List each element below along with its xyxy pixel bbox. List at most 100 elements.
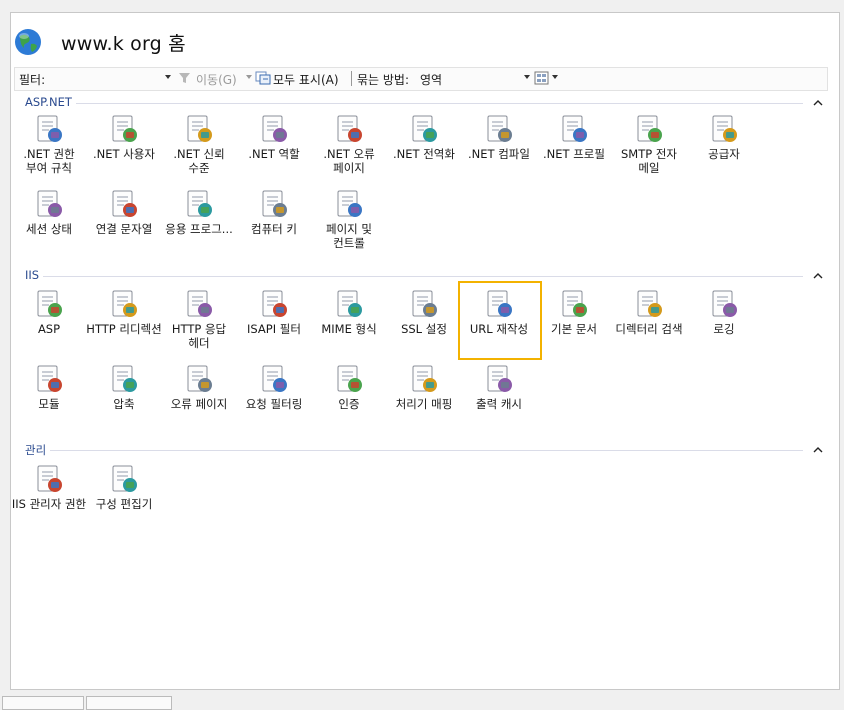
- feature-item[interactable]: 응용 프로그...: [161, 188, 237, 237]
- feature-item[interactable]: 기본 문서: [536, 288, 612, 337]
- modules-icon: [33, 363, 65, 395]
- section-divider: [25, 276, 803, 277]
- connection-string-icon: [108, 188, 140, 220]
- filter-toolbar: 필터: 이동(G) 모두 표시(A) 묶는 방법: 영역: [14, 67, 828, 91]
- feature-item[interactable]: 인증: [311, 363, 387, 412]
- feature-item[interactable]: 처리기 매핑: [386, 363, 462, 412]
- feature-item[interactable]: 압축: [86, 363, 162, 412]
- feature-item[interactable]: 로깅: [686, 288, 762, 337]
- feature-label: .NET 오류 페이지: [323, 147, 375, 175]
- collapse-chevron-icon[interactable]: [811, 443, 825, 457]
- section-divider: [25, 450, 803, 451]
- feature-label: .NET 신뢰 수준: [173, 147, 225, 175]
- error-pages-icon: [183, 363, 215, 395]
- group-by-label: 묶는 방법:: [357, 73, 410, 87]
- compression-vise-icon: [108, 363, 140, 395]
- handler-mappings-icon: [408, 363, 440, 395]
- feature-item[interactable]: .NET 사용자: [86, 113, 162, 162]
- app-settings-icon: [183, 188, 215, 220]
- go-button[interactable]: 이동(G): [196, 71, 237, 88]
- feature-item[interactable]: 연결 문자열: [86, 188, 162, 237]
- feature-item[interactable]: MIME 형식: [311, 288, 387, 337]
- group-by-select[interactable]: 영역: [420, 71, 526, 88]
- mime-types-icon: [333, 288, 365, 320]
- feature-label: IIS 관리자 권한: [11, 497, 87, 511]
- error-404-icon: [333, 113, 365, 145]
- feature-item[interactable]: 모듈: [11, 363, 87, 412]
- provider-db-icon: [708, 113, 740, 145]
- smtp-mail-icon: [633, 113, 665, 145]
- globe-stand-icon: [408, 113, 440, 145]
- feature-label: 처리기 매핑: [395, 397, 453, 411]
- section-title-aspnet: ASP.NET: [25, 95, 76, 109]
- role-cards-icon: [258, 113, 290, 145]
- view-mode-icon[interactable]: [534, 71, 549, 85]
- feature-label: 컴퓨터 키: [251, 222, 297, 236]
- feature-item[interactable]: SMTP 전자 메일: [611, 113, 687, 175]
- feature-item[interactable]: URL 재작성: [461, 288, 537, 337]
- section-title-iis: IIS: [25, 268, 44, 282]
- feature-item[interactable]: 공급자: [686, 113, 762, 162]
- isapi-filter-icon: [258, 288, 290, 320]
- collapse-chevron-icon[interactable]: [811, 96, 825, 110]
- feature-item[interactable]: 요청 필터링: [236, 363, 312, 412]
- feature-label: SSL 설정: [401, 322, 447, 336]
- feature-item[interactable]: .NET 전역화: [386, 113, 462, 162]
- feature-item[interactable]: .NET 프로필: [536, 113, 612, 162]
- config-editor-icon: [108, 463, 140, 495]
- feature-item[interactable]: .NET 역할: [236, 113, 312, 162]
- compile-stack-icon: [483, 113, 515, 145]
- group-by-dropdown-icon[interactable]: [524, 75, 530, 79]
- feature-label: ASP: [37, 322, 61, 336]
- feature-item[interactable]: .NET 신뢰 수준: [161, 113, 237, 175]
- feature-item[interactable]: 오류 페이지: [161, 363, 237, 412]
- feature-label: HTTP 리디렉션: [86, 322, 162, 336]
- feature-item[interactable]: 구성 편집기: [86, 463, 162, 512]
- feature-item[interactable]: 컴퓨터 키: [236, 188, 312, 237]
- feature-item[interactable]: .NET 컴파일: [461, 113, 537, 162]
- lock-doc-icon: [33, 113, 65, 145]
- feature-item[interactable]: .NET 오류 페이지: [311, 113, 387, 175]
- filter-dropdown-icon[interactable]: [165, 75, 171, 79]
- go-dropdown-icon[interactable]: [246, 75, 252, 79]
- logging-book-icon: [708, 288, 740, 320]
- feature-item[interactable]: 출력 캐시: [461, 363, 537, 412]
- filter-input[interactable]: [55, 71, 167, 86]
- url-rewrite-icon: [483, 288, 515, 320]
- collapse-chevron-icon[interactable]: [811, 269, 825, 283]
- feature-item[interactable]: ISAPI 필터: [236, 288, 312, 337]
- feature-item[interactable]: 페이지 및 컨트롤: [311, 188, 387, 250]
- feature-item[interactable]: .NET 권한 부여 규칙: [11, 113, 87, 175]
- section-divider: [25, 103, 803, 104]
- feature-item[interactable]: ASP: [11, 288, 87, 337]
- feature-label: 연결 문자열: [95, 222, 153, 236]
- feature-label: 인증: [338, 397, 360, 411]
- feature-label: 구성 편집기: [95, 497, 153, 511]
- asp-gear-icon: [33, 288, 65, 320]
- feature-label: SMTP 전자 메일: [621, 147, 677, 175]
- view-mode-dropdown-icon[interactable]: [552, 75, 558, 79]
- feature-item[interactable]: 세션 상태: [11, 188, 87, 237]
- tab-content-view[interactable]: [86, 696, 172, 710]
- section-iis: IIS: [25, 268, 825, 283]
- directory-browse-icon: [633, 288, 665, 320]
- show-all-button[interactable]: 모두 표시(A): [273, 71, 339, 88]
- tab-features-view[interactable]: [2, 696, 84, 710]
- feature-item[interactable]: 디렉터리 검색: [611, 288, 687, 337]
- feature-label: .NET 역할: [248, 147, 300, 161]
- feature-item[interactable]: SSL 설정: [386, 288, 462, 337]
- feature-label: 응용 프로그...: [165, 222, 233, 236]
- feature-item[interactable]: IIS 관리자 권한: [11, 463, 87, 512]
- feature-label: 출력 캐시: [476, 397, 522, 411]
- feature-label: .NET 사용자: [93, 147, 155, 161]
- section-title-management: 관리: [25, 442, 51, 458]
- authentication-icon: [333, 363, 365, 395]
- feature-item[interactable]: HTTP 리디렉션: [86, 288, 162, 337]
- feature-label: MIME 형식: [321, 322, 377, 336]
- profile-pages-icon: [558, 113, 590, 145]
- feature-label: URL 재작성: [469, 322, 529, 336]
- response-headers-icon: [183, 288, 215, 320]
- feature-item[interactable]: HTTP 응답 헤더: [161, 288, 237, 350]
- feature-label: 디렉터리 검색: [615, 322, 683, 336]
- view-switcher: [0, 696, 844, 710]
